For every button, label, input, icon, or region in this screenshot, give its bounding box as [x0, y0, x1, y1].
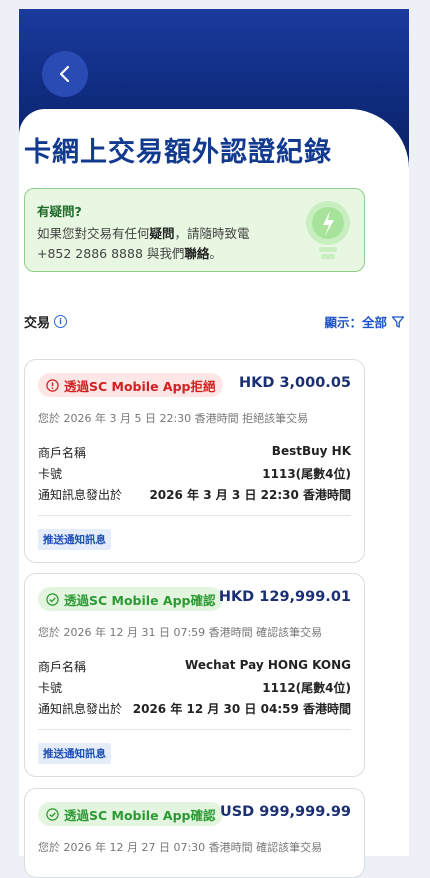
transaction-card[interactable]: 透過SC Mobile App確認 USD 999,999.99 您於 2026… [24, 788, 365, 878]
help-panel: 有疑問? 如果您對交易有任何疑問，請隨時致電 +852 2886 8888 與我… [24, 188, 365, 272]
push-notification-tag: 推送通知訊息 [38, 743, 111, 764]
notice-time-row: 通知訊息發出於 2026 年 3 月 3 日 22:30 香港時間 [38, 488, 351, 502]
status-badge: 透過SC Mobile App確認 [38, 802, 224, 826]
divider [38, 515, 351, 516]
back-button[interactable] [42, 51, 88, 97]
help-title: 有疑問? [37, 204, 82, 219]
push-notification-tag: 推送通知訊息 [38, 529, 111, 550]
transaction-amount: HKD 129,999.01 [218, 589, 351, 605]
transaction-amount: HKD 3,000.05 [238, 375, 351, 391]
section-title: 交易 i [24, 312, 68, 331]
divider [38, 729, 351, 730]
filter-button[interactable]: 顯示：全部 [324, 312, 405, 331]
merchant-row: 商戶名稱 BestBuy HK [38, 444, 351, 460]
transaction-note: 您於 2026 年 12 月 31 日 07:59 香港時間 確認該筆交易 [38, 626, 323, 639]
transaction-card[interactable]: 透過SC Mobile App確認 HKD 129,999.01 您於 2026… [24, 573, 365, 777]
merchant-row: 商戶名稱 Wechat Pay HONG KONG [38, 658, 351, 674]
page-title: 卡網上交易額外認證紀錄 [24, 137, 332, 168]
status-badge: 透過SC Mobile App拒絕 [38, 373, 224, 397]
lightbulb-icon [306, 201, 350, 259]
alert-icon [46, 378, 59, 392]
transaction-card[interactable]: 透過SC Mobile App拒絕 HKD 3,000.05 您於 2026 年… [24, 359, 365, 563]
card-number-row: 卡號 1112(尾數4位) [38, 681, 351, 695]
card-number-row: 卡號 1113(尾數4位) [38, 467, 351, 481]
status-badge: 透過SC Mobile App確認 [38, 587, 224, 611]
info-icon[interactable]: i [54, 315, 68, 328]
check-circle-icon [46, 807, 59, 821]
help-text-line-1: 如果您對交易有任何疑問，請隨時致電 [37, 226, 250, 241]
transaction-note: 您於 2026 年 3 月 5 日 22:30 香港時間 拒絕該筆交易 [38, 412, 309, 425]
transaction-note: 您於 2026 年 12 月 27 日 07:30 香港時間 確認該筆交易 [38, 841, 323, 854]
contact-link[interactable]: 聯絡 [184, 246, 209, 261]
check-circle-icon [46, 592, 59, 606]
chevron-left-icon [59, 65, 70, 83]
help-text-line-2: +852 2886 8888 與我們聯絡。 [37, 246, 222, 261]
filter-icon [391, 315, 405, 328]
notice-time-row: 通知訊息發出於 2026 年 12 月 30 日 04:59 香港時間 [38, 702, 351, 716]
transaction-amount: USD 999,999.99 [219, 804, 351, 820]
